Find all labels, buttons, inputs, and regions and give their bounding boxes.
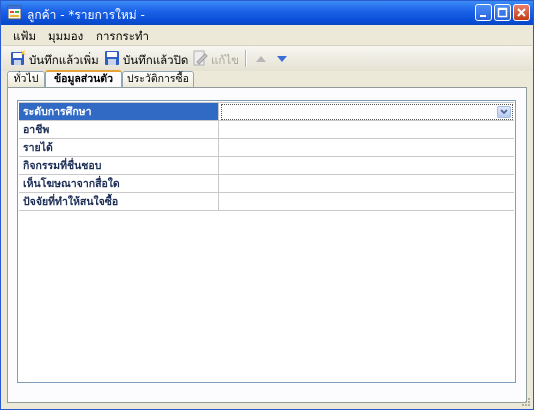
save-and-close-label: บันทึกแล้วปิด (123, 53, 189, 67)
tab-personal-info[interactable]: ข้อมูลส่วนตัว (45, 70, 122, 88)
property-row[interactable]: กิจกรรมที่ชื่นชอบ (19, 156, 514, 175)
education-level-select[interactable] (217, 102, 514, 121)
title-bar[interactable]: ลูกค้า - *รายการใหม่ - (1, 1, 533, 25)
property-label: ระดับการศึกษา (19, 102, 219, 121)
menu-view[interactable]: มุมมอง (48, 28, 83, 46)
toolbar-separator (245, 50, 247, 67)
close-button[interactable] (513, 4, 530, 21)
income-field[interactable] (217, 138, 514, 157)
save-icon (105, 51, 119, 65)
maximize-button[interactable] (494, 4, 511, 21)
resize-grip-icon[interactable] (521, 397, 531, 407)
tab-panel: ระดับการศึกษา อาชีพ รายได้ กิจกรรมที่ชื่… (7, 87, 527, 403)
next-item-icon[interactable] (276, 54, 288, 64)
occupation-field[interactable] (217, 120, 514, 139)
menu-file[interactable]: แฟ้ม (13, 28, 36, 46)
property-row[interactable]: ปัจจัยที่ทำให้สนใจซื้อ (19, 192, 514, 211)
property-label: ปัจจัยที่ทำให้สนใจซื้อ (19, 192, 219, 211)
chevron-down-icon (500, 109, 508, 115)
property-table: ระดับการศึกษา อาชีพ รายได้ กิจกรรมที่ชื่… (19, 102, 514, 211)
property-row[interactable]: เห็นโฆษณาจากสื่อใด (19, 174, 514, 193)
property-row[interactable]: อาชีพ (19, 120, 514, 139)
tab-purchase-history[interactable]: ประวัติการซื้อ (122, 71, 194, 87)
save-new-icon (11, 50, 26, 65)
property-row[interactable]: ระดับการศึกษา (19, 102, 514, 121)
property-grid: ระดับการศึกษา อาชีพ รายได้ กิจกรรมที่ชื่… (17, 100, 516, 383)
previous-item-icon[interactable] (255, 54, 267, 64)
property-row[interactable]: รายได้ (19, 138, 514, 157)
education-level-combo[interactable] (220, 104, 513, 120)
edit-label: แก้ไข (211, 53, 240, 67)
save-and-new-label: บันทึกแล้วเพิ่ม (29, 53, 99, 67)
minimize-icon (480, 15, 486, 17)
minimize-button[interactable] (475, 4, 492, 21)
maximize-icon (497, 7, 508, 18)
tab-general[interactable]: ทั่วไป (7, 71, 45, 87)
dropdown-button[interactable] (497, 106, 511, 118)
edit-icon (193, 50, 208, 66)
hobbies-field[interactable] (217, 156, 514, 175)
menu-bar: แฟ้ม มุมมอง การกระทำ (2, 25, 532, 45)
app-window: ลูกค้า - *รายการใหม่ - แฟ้ม มุมมอง การกร… (0, 0, 534, 410)
property-label: อาชีพ (19, 120, 219, 139)
window-title: ลูกค้า - *รายการใหม่ - (27, 8, 145, 22)
close-icon (517, 8, 526, 17)
toolbar: บันทึกแล้วเพิ่ม บันทึกแล้วปิด แก้ไข (2, 45, 532, 71)
property-label: รายได้ (19, 138, 219, 157)
form-app-icon (7, 5, 22, 20)
ad-source-field[interactable] (217, 174, 514, 193)
property-label: เห็นโฆษณาจากสื่อใด (19, 174, 219, 193)
property-label: กิจกรรมที่ชื่นชอบ (19, 156, 219, 175)
purchase-factor-field[interactable] (217, 192, 514, 211)
menu-action[interactable]: การกระทำ (96, 28, 149, 46)
